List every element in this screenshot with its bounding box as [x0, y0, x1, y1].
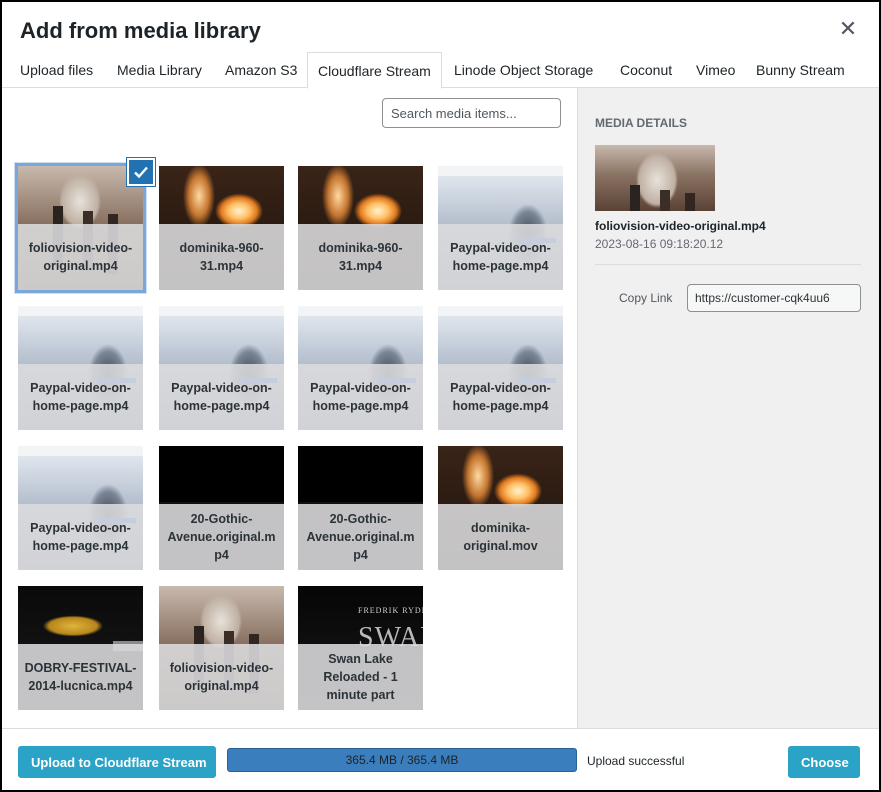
media-browser: foliovision-video-original.mp4dominika-9…	[2, 88, 577, 728]
divider	[595, 264, 861, 265]
tab-amazon-s3[interactable]: Amazon S3	[215, 52, 307, 88]
tab-linode-object-storage[interactable]: Linode Object Storage	[444, 52, 603, 88]
media-item[interactable]: foliovision-video-original.mp4	[159, 586, 284, 710]
media-item[interactable]: 20-Gothic-Avenue.original.mp4	[298, 446, 423, 570]
media-item[interactable]: dominika-960-31.mp4	[159, 166, 284, 290]
close-icon[interactable]: ✕	[835, 16, 861, 42]
media-details-thumbnail	[595, 145, 715, 211]
upload-status: Upload successful	[587, 754, 685, 768]
media-item-filename: dominika-original.mov	[438, 504, 563, 570]
choose-button[interactable]: Choose	[788, 746, 860, 778]
media-item[interactable]: Paypal-video-on-home-page.mp4	[298, 306, 423, 430]
media-item[interactable]: Paypal-video-on-home-page.mp4	[18, 446, 143, 570]
media-details-date: 2023-08-16 09:18:20.12	[595, 237, 724, 251]
search-input[interactable]	[382, 98, 561, 128]
media-item[interactable]: FREDRIK RYDMANSWANSwan Lake Reloaded - 1…	[298, 586, 423, 710]
tab-bunny-stream[interactable]: Bunny Stream	[746, 52, 855, 88]
video-thumbnail-image	[595, 145, 715, 211]
media-item[interactable]: Paypal-video-on-home-page.mp4	[438, 166, 563, 290]
copy-link-field[interactable]	[687, 284, 861, 312]
media-item[interactable]: 20-Gothic-Avenue.original.mp4	[159, 446, 284, 570]
media-item-filename: Paypal-video-on-home-page.mp4	[438, 224, 563, 290]
media-item-filename: Paypal-video-on-home-page.mp4	[298, 364, 423, 430]
tab-cloudflare-stream[interactable]: Cloudflare Stream	[307, 52, 442, 89]
media-details-filename: foliovision-video-original.mp4	[595, 219, 766, 233]
tab-media-library[interactable]: Media Library	[107, 52, 212, 88]
upload-progress-bar: 365.4 MB / 365.4 MB	[227, 748, 577, 772]
media-item-filename: foliovision-video-original.mp4	[159, 644, 284, 710]
thumbnail-credit-text: FREDRIK RYDMAN	[358, 606, 423, 615]
media-item-filename: dominika-960-31.mp4	[159, 224, 284, 290]
tab-vimeo[interactable]: Vimeo	[686, 52, 745, 88]
media-item-filename: Paypal-video-on-home-page.mp4	[438, 364, 563, 430]
upload-progress-text: 365.4 MB / 365.4 MB	[345, 753, 459, 767]
media-item-filename: 20-Gothic-Avenue.original.mp4	[298, 504, 423, 570]
tab-coconut[interactable]: Coconut	[610, 52, 682, 88]
media-library-modal: Add from media library ✕ Upload files Med…	[2, 2, 879, 790]
media-item[interactable]: dominika-960-31.mp4	[298, 166, 423, 290]
modal-footer: Upload to Cloudflare Stream 365.4 MB / 3…	[2, 728, 879, 790]
selected-check-icon[interactable]	[127, 158, 155, 186]
media-item-filename: dominika-960-31.mp4	[298, 224, 423, 290]
tab-bar: Upload files Media Library Amazon S3 Cloudf…	[2, 52, 879, 89]
media-item[interactable]: Paypal-video-on-home-page.mp4	[159, 306, 284, 430]
media-item-filename: Paypal-video-on-home-page.mp4	[18, 364, 143, 430]
media-item[interactable]: dominika-original.mov	[438, 446, 563, 570]
media-item-filename: DOBRY-FESTIVAL-2014-lucnica.mp4	[18, 644, 143, 710]
media-item-filename: foliovision-video-original.mp4	[18, 224, 143, 290]
media-item[interactable]: DOBRY-FESTIVAL-2014-lucnica.mp4	[18, 586, 143, 710]
upload-to-cloudflare-button[interactable]: Upload to Cloudflare Stream	[18, 746, 216, 778]
media-item-filename: Paypal-video-on-home-page.mp4	[159, 364, 284, 430]
media-details-heading: Media Details	[595, 116, 687, 130]
media-item[interactable]: foliovision-video-original.mp4	[15, 163, 146, 293]
copy-link-label: Copy Link	[619, 291, 673, 305]
media-item-filename: Paypal-video-on-home-page.mp4	[18, 504, 143, 570]
media-item-filename: Swan Lake Reloaded - 1 minute part	[298, 644, 423, 710]
media-details-panel: Media Details foliovision-video-original…	[577, 88, 879, 728]
media-item-filename: 20-Gothic-Avenue.original.mp4	[159, 504, 284, 570]
modal-title: Add from media library	[20, 18, 261, 43]
media-item[interactable]: Paypal-video-on-home-page.mp4	[18, 306, 143, 430]
media-item[interactable]: Paypal-video-on-home-page.mp4	[438, 306, 563, 430]
tab-upload-files[interactable]: Upload files	[10, 52, 103, 88]
